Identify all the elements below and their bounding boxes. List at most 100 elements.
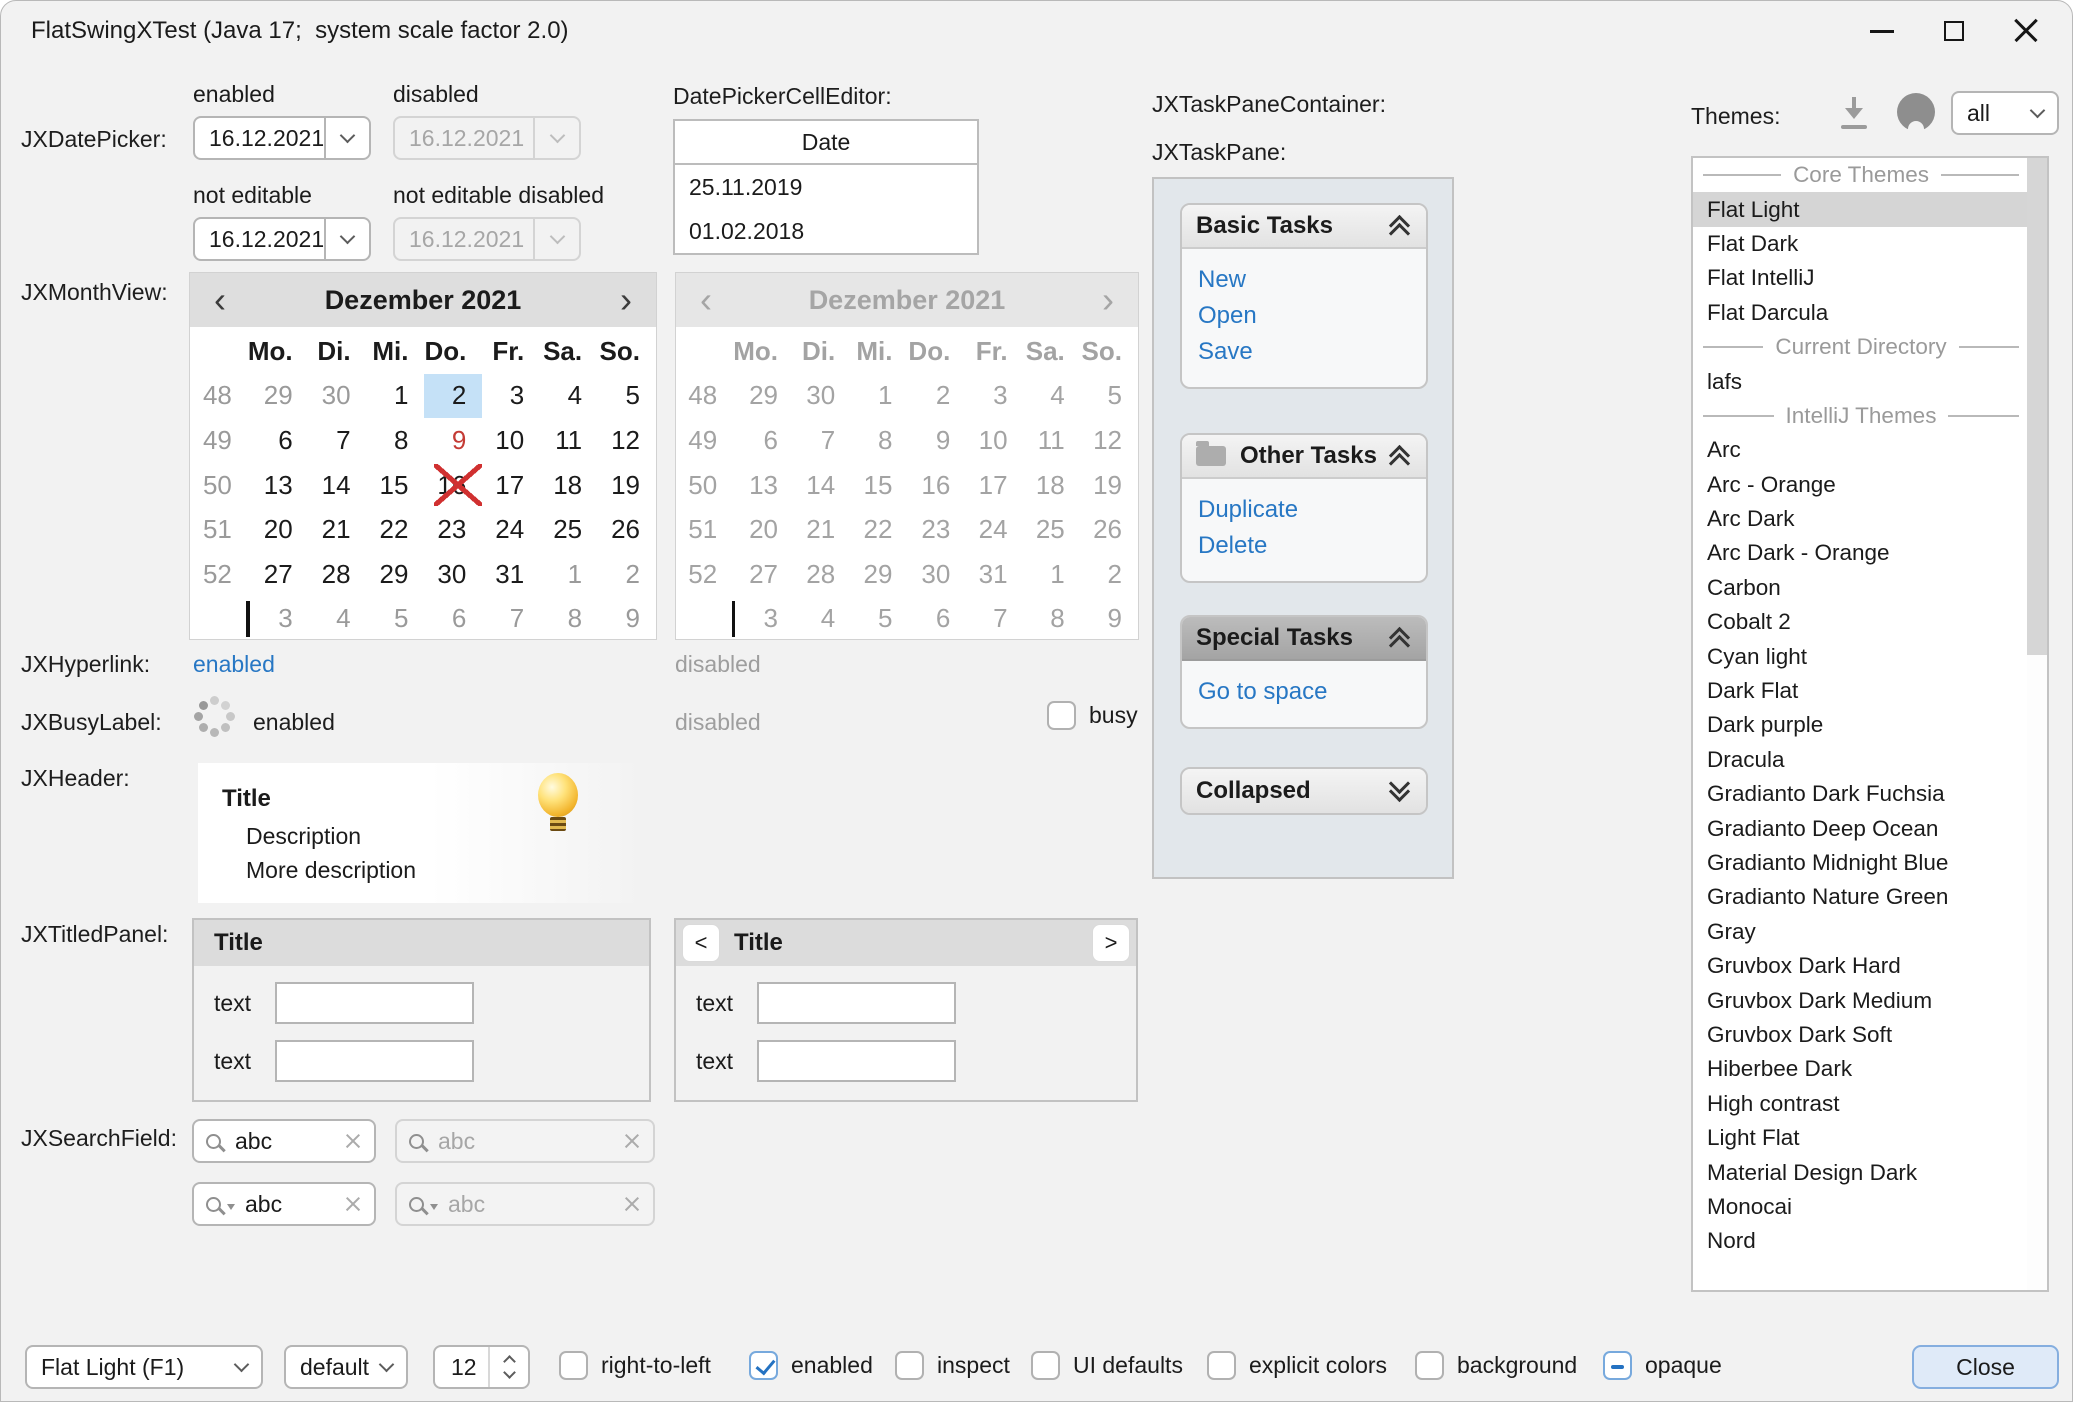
datepicker-input[interactable]: 16.12.2021 bbox=[193, 217, 371, 261]
calendar-cell[interactable]: 7 bbox=[482, 597, 540, 642]
theme-item[interactable]: Arc - Orange bbox=[1693, 468, 2029, 502]
search-field[interactable]: abc bbox=[395, 1182, 655, 1226]
taskpane-header[interactable]: Special Tasks bbox=[1182, 617, 1426, 661]
text-input[interactable] bbox=[757, 1040, 956, 1082]
calendar-cell[interactable]: 4 bbox=[309, 597, 367, 642]
prev-month-button[interactable]: ‹ bbox=[190, 275, 250, 325]
calendar-cell[interactable]: 30 bbox=[309, 374, 367, 419]
calendar-cell[interactable]: 12 bbox=[598, 418, 656, 463]
theme-item[interactable]: Dark Flat bbox=[1693, 674, 2029, 708]
clear-icon[interactable] bbox=[344, 1195, 362, 1213]
minimize-button[interactable] bbox=[1846, 1, 1918, 61]
github-icon[interactable] bbox=[1897, 93, 1935, 131]
calendar-cell[interactable]: 21 bbox=[309, 507, 367, 552]
calendar-cell[interactable]: 13 bbox=[248, 463, 309, 508]
calendar-cell[interactable]: 28 bbox=[309, 552, 367, 597]
theme-item[interactable]: Cobalt 2 bbox=[1693, 605, 2029, 639]
task-link[interactable]: New bbox=[1198, 262, 1426, 298]
theme-item[interactable]: Gray bbox=[1693, 915, 2029, 949]
bottom-checkbox[interactable]: enabled bbox=[749, 1351, 873, 1380]
calendar-cell[interactable]: 8 bbox=[367, 418, 425, 463]
theme-item[interactable]: Dracula bbox=[1693, 743, 2029, 777]
theme-item[interactable]: Monocai bbox=[1693, 1190, 2029, 1224]
close-window-button[interactable] bbox=[1990, 1, 2062, 61]
bottom-checkbox[interactable]: explicit colors bbox=[1207, 1351, 1387, 1380]
theme-item[interactable]: Gradianto Dark Fuchsia bbox=[1693, 777, 2029, 811]
calendar-cell[interactable]: 30 bbox=[424, 552, 482, 597]
search-field[interactable]: abc bbox=[192, 1182, 376, 1226]
scrollbar-thumb[interactable] bbox=[2027, 158, 2047, 655]
search-field[interactable]: abc bbox=[395, 1119, 655, 1163]
bottom-checkbox[interactable]: background bbox=[1415, 1351, 1577, 1380]
calendar-cell[interactable]: 11 bbox=[540, 418, 598, 463]
calendar-cell[interactable]: 2 bbox=[424, 374, 482, 419]
calendar-cell[interactable]: 9 bbox=[424, 418, 482, 463]
calendar-cell[interactable]: 16 bbox=[424, 463, 482, 508]
calendar-cell[interactable]: 29 bbox=[248, 374, 309, 419]
clear-icon[interactable] bbox=[623, 1132, 641, 1150]
theme-item[interactable]: Arc bbox=[1693, 433, 2029, 467]
datepicker-dropdown-button[interactable] bbox=[533, 118, 579, 158]
calendar-cell[interactable]: 25 bbox=[540, 507, 598, 552]
theme-item[interactable]: Dark purple bbox=[1693, 708, 2029, 742]
datepicker-dropdown-button[interactable] bbox=[533, 219, 579, 259]
bottom-checkbox[interactable]: UI defaults bbox=[1031, 1351, 1183, 1380]
clear-icon[interactable] bbox=[344, 1132, 362, 1150]
theme-item[interactable]: Gradianto Deep Ocean bbox=[1693, 811, 2029, 845]
celleditor-row[interactable]: 25.11.2019 bbox=[675, 165, 977, 209]
datepicker-input[interactable]: 16.12.2021 bbox=[393, 116, 581, 160]
datepicker-input[interactable]: 16.12.2021 bbox=[193, 116, 371, 160]
task-link[interactable]: Open bbox=[1198, 298, 1426, 334]
calendar-cell[interactable]: 7 bbox=[309, 418, 367, 463]
taskpane-header[interactable]: Collapsed bbox=[1182, 769, 1426, 813]
datepicker-input[interactable]: 16.12.2021 bbox=[393, 217, 581, 261]
theme-item[interactable]: Carbon bbox=[1693, 571, 2029, 605]
calendar-cell[interactable]: 19 bbox=[598, 463, 656, 508]
theme-item[interactable]: Flat Light bbox=[1693, 192, 2029, 226]
titledpanel-prev-button[interactable]: < bbox=[682, 924, 720, 962]
calendar-cell[interactable]: 4 bbox=[540, 374, 598, 419]
calendar-cell[interactable]: 5 bbox=[367, 597, 425, 642]
celleditor-column-header[interactable]: Date bbox=[675, 121, 977, 165]
task-link[interactable]: Duplicate bbox=[1198, 492, 1426, 528]
calendar-cell[interactable]: 9 bbox=[598, 597, 656, 642]
theme-item[interactable]: Light Flat bbox=[1693, 1121, 2029, 1155]
bottom-checkbox[interactable]: opaque bbox=[1603, 1351, 1722, 1380]
calendar-cell[interactable]: 24 bbox=[482, 507, 540, 552]
theme-item[interactable]: Material Design Dark bbox=[1693, 1155, 2029, 1189]
calendar-cell[interactable]: 27 bbox=[248, 552, 309, 597]
theme-item[interactable]: Arc Dark bbox=[1693, 502, 2029, 536]
theme-item[interactable]: Nord bbox=[1693, 1224, 2029, 1258]
theme-item[interactable]: Gruvbox Dark Soft bbox=[1693, 1018, 2029, 1052]
calendar-cell[interactable]: 6 bbox=[248, 418, 309, 463]
calendar-cell[interactable]: 18 bbox=[540, 463, 598, 508]
spinner-buttons[interactable] bbox=[488, 1347, 528, 1387]
calendar-cell[interactable]: 3 bbox=[248, 597, 309, 642]
theme-item[interactable]: Hiberbee Dark bbox=[1693, 1052, 2029, 1086]
calendar-cell[interactable]: 31 bbox=[482, 552, 540, 597]
calendar-cell[interactable]: 26 bbox=[598, 507, 656, 552]
calendar-cell[interactable]: 1 bbox=[540, 552, 598, 597]
download-icon[interactable] bbox=[1839, 97, 1869, 131]
bottom-checkbox[interactable]: inspect bbox=[895, 1351, 1010, 1380]
close-button[interactable]: Close bbox=[1912, 1345, 2059, 1389]
calendar-cell[interactable]: 2 bbox=[598, 552, 656, 597]
calendar-cell[interactable]: 5 bbox=[598, 374, 656, 419]
calendar-cell[interactable]: 6 bbox=[424, 597, 482, 642]
theme-item[interactable]: Flat Darcula bbox=[1693, 296, 2029, 330]
calendar-cell[interactable]: 10 bbox=[482, 418, 540, 463]
hyperlink-enabled[interactable]: enabled bbox=[193, 651, 275, 678]
calendar-cell[interactable]: 1 bbox=[367, 374, 425, 419]
task-link[interactable]: Go to space bbox=[1198, 674, 1426, 710]
celleditor-row[interactable]: 01.02.2018 bbox=[675, 209, 977, 253]
task-link[interactable]: Delete bbox=[1198, 528, 1426, 564]
datepicker-dropdown-button[interactable] bbox=[324, 219, 369, 259]
theme-item[interactable]: Gruvbox Dark Hard bbox=[1693, 949, 2029, 983]
text-input[interactable] bbox=[275, 1040, 474, 1082]
next-month-button[interactable]: › bbox=[596, 275, 656, 325]
calendar-cell[interactable]: 15 bbox=[367, 463, 425, 508]
theme-item[interactable]: Gruvbox Dark Medium bbox=[1693, 983, 2029, 1017]
datepicker-dropdown-button[interactable] bbox=[324, 118, 369, 158]
bottom-checkbox[interactable]: right-to-left bbox=[559, 1351, 711, 1380]
text-input[interactable] bbox=[275, 982, 474, 1024]
